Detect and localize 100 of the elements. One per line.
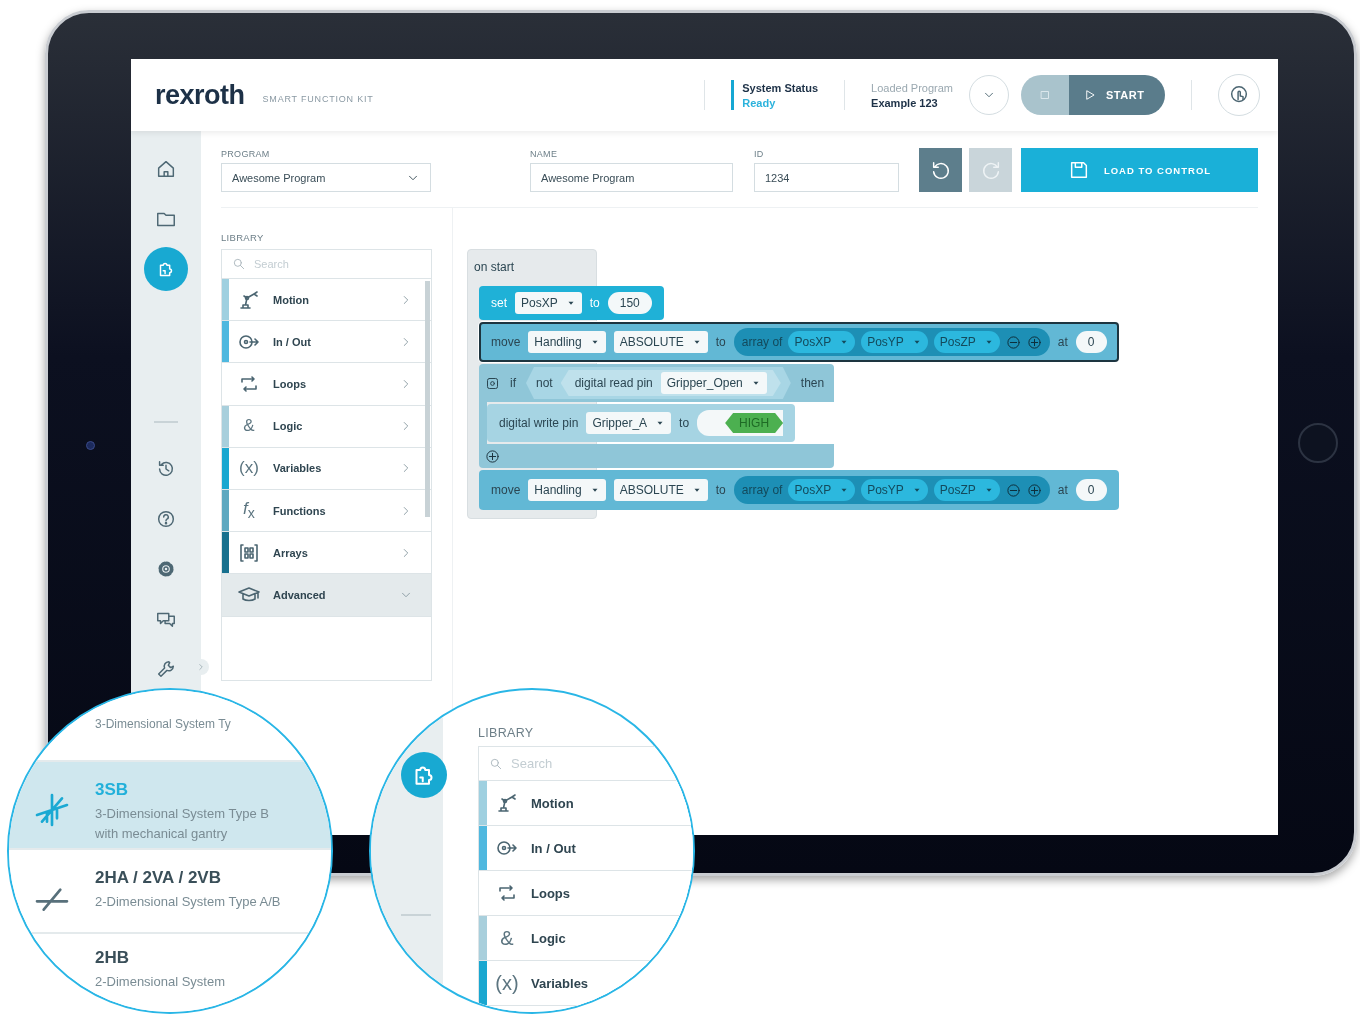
category-icon: f$_{x}$ [237,499,261,522]
library-category[interactable]: Arrays [222,532,431,575]
library-category[interactable]: Advanced [222,574,431,617]
search-icon [232,257,246,271]
code-block[interactable]: move Handling ABSOLUTE to array of PosXP PosYP PosZP at 0 [479,470,1119,510]
category-label: Arrays [273,546,309,559]
help-icon [155,508,177,530]
code-block[interactable]: move Handling ABSOLUTE to array of PosXP PosYP PosZP at 0 [479,322,1119,362]
stop-icon [1038,88,1052,102]
program-select[interactable]: Awesome Program [221,163,431,192]
block-dropdown[interactable]: Handling [528,479,606,501]
block-label: array of [741,335,783,349]
plus-icon[interactable] [485,448,500,464]
system-type-title: 3SB [95,780,130,800]
number-field[interactable]: 0 [1075,331,1107,353]
block-dropdown[interactable]: PosXP [788,331,856,353]
category-label: In / Out [273,335,312,348]
category-label: Variables [273,462,323,475]
search-field[interactable]: Search [254,250,421,278]
name-field[interactable]: Awesome Program [530,163,733,192]
library-category[interactable]: In / Out [479,826,693,871]
block-dropdown[interactable]: PosXP [788,479,856,501]
start-button[interactable]: START [1069,75,1165,115]
category-icon: (x) [495,971,519,995]
category-icon: & [495,926,519,950]
block-dropdown[interactable]: PosZP [933,331,1000,353]
play-icon [1083,88,1097,102]
plus-icon[interactable] [1026,482,1042,498]
block-label: set [491,296,507,310]
status-label: System Status [742,81,819,94]
block-dropdown[interactable]: PosYP [861,479,928,501]
category-label: Variables [531,975,590,991]
library-category[interactable]: Motion [479,781,693,826]
block-label: array of [741,483,783,497]
puzzle-button[interactable] [401,752,447,798]
status-indicator [731,80,735,110]
library-title: LIBRARY [221,232,265,243]
system-type-item[interactable]: 2HA / 2VA / 2VB 2-Dimensional System Type A/B [9,850,331,934]
block-label: to [589,296,600,310]
library-category[interactable]: f$_{x}$ Functions [222,489,431,533]
logo: rexroth [155,79,245,111]
undo-button[interactable] [919,148,962,192]
category-label: Logic [531,930,567,946]
category-label: Loops [531,885,571,901]
library-category[interactable]: In / Out [222,321,431,364]
system-type-description: 3-Dimensional System Ty [95,716,231,733]
plus-icon[interactable] [1026,334,1042,350]
search-field[interactable]: Search [511,747,693,780]
camera-dot [86,441,95,450]
block-label: move [491,335,521,349]
block-dropdown[interactable]: PosYP [861,331,928,353]
block-label: at [1057,335,1068,349]
if-block[interactable]: if not digital read pin Gripper_Open then [479,364,835,402]
chevron-right-icon [196,662,206,672]
block-dropdown[interactable]: ABSOLUTE [613,331,708,353]
app-subtitle: SMART FUNCTION KIT [262,94,374,104]
puzzle-button[interactable] [144,247,188,291]
block-label: if [510,376,516,390]
system-type-description: 3-Dimensional System Type B with mechanical gantry [95,805,269,843]
block-label: then [800,376,825,390]
category-label: Loops [273,377,307,390]
minus-icon[interactable] [1005,482,1021,498]
system-type-title: 2HB [95,948,130,968]
block-label: to [715,335,726,349]
category-label: Functions [273,504,327,517]
field-label: PROGRAM [221,149,271,159]
block-dropdown[interactable]: Gripper_Open [660,372,767,394]
wrench-icon [155,658,177,680]
id-field[interactable]: 1234 [754,163,899,192]
library-category[interactable]: Motion [222,279,431,322]
code-block[interactable]: set PosXP to 150 [479,286,664,320]
block-dropdown[interactable]: Handling [528,331,606,353]
loaded-program-value: Example 123 [871,96,939,109]
loaded-program-label: Loaded Program [871,81,953,94]
library-category[interactable]: Loops [479,871,693,916]
block-label: to [679,416,690,430]
block-dropdown[interactable]: ABSOLUTE [613,479,708,501]
block-label: at [1057,483,1068,497]
block-label: move [491,483,521,497]
category-icon: & [237,416,261,437]
block-dropdown[interactable]: PosZP [933,479,1000,501]
code-block[interactable]: digital write pin Gripper_A to HIGH [487,404,796,442]
block-dropdown[interactable]: PosXP [515,292,582,314]
minus-icon[interactable] [1005,334,1021,350]
category-icon: (x) [237,458,261,479]
field-label: NAME [530,149,559,159]
category-label: Motion [273,293,311,306]
system-type-title: 2HA / 2VA / 2VB [95,868,222,888]
library-category[interactable]: & Logic [222,405,431,448]
number-field[interactable]: 150 [607,292,652,314]
block-label: on start [474,260,515,274]
search-icon [489,756,503,771]
system-type-description: 2-Dimensional System [95,973,226,991]
system-type-description: 2-Dimensional System Type A/B [95,893,281,911]
block-dropdown[interactable]: Gripper_A [586,412,672,434]
number-field[interactable]: 0 [1075,479,1107,501]
library-category[interactable]: (x) Variables [222,447,431,490]
block-label: digital read pin [574,376,653,390]
hand-button[interactable] [1218,74,1260,116]
category-label: Advanced [273,588,327,601]
